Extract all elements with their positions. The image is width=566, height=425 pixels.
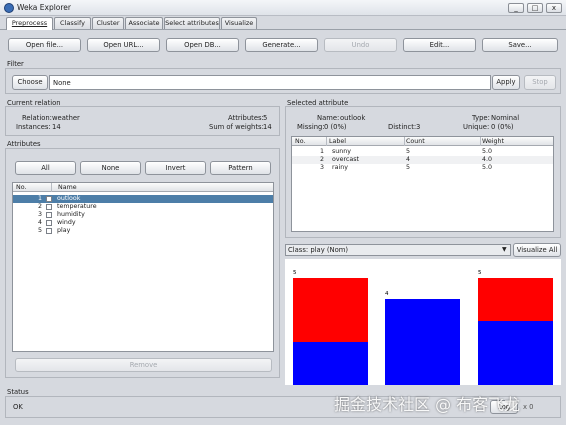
instances-label: Instances: <box>16 123 51 131</box>
relation-label: Relation: <box>22 114 52 122</box>
relation-value: weather <box>52 114 80 122</box>
tab-underline <box>0 29 566 30</box>
maximize-button[interactable]: □ <box>527 3 543 13</box>
visualize-all-button[interactable]: Visualize All <box>513 243 561 257</box>
filter-field[interactable]: None <box>49 75 491 90</box>
bar-sunny-0[interactable] <box>293 278 368 343</box>
table-row[interactable]: 4 windy <box>13 219 273 227</box>
open-db-button[interactable]: Open DB... <box>166 38 239 52</box>
close-button[interactable]: x <box>546 3 562 13</box>
table-row[interactable]: 1 outlook <box>13 195 273 203</box>
window-title: Weka Explorer <box>17 3 72 12</box>
instances-value: 14 <box>52 123 61 131</box>
col-weight-header[interactable]: Weight <box>482 138 504 145</box>
attributes-section-label: Attributes <box>7 140 41 148</box>
filter-value: None <box>53 79 71 87</box>
attributes-count-value: 5 <box>263 114 268 122</box>
none-button[interactable]: None <box>80 161 141 175</box>
tab-select-attributes[interactable]: Select attributes <box>164 17 220 29</box>
distinct-value: 3 <box>416 123 421 131</box>
bar-sunny-1[interactable] <box>293 342 368 385</box>
checkbox[interactable] <box>46 212 52 218</box>
table-row[interactable]: 3 rainy 5 5.0 <box>292 164 553 172</box>
column-divider <box>480 137 481 146</box>
bar-rainy-1[interactable] <box>478 320 553 385</box>
bar-total-label: 5 <box>293 270 297 276</box>
sum-weights-value: 14 <box>263 123 272 131</box>
table-row[interactable]: 3 humidity <box>13 211 273 219</box>
title-bar <box>0 0 566 16</box>
bar-total-label: 5 <box>478 270 482 276</box>
class-select[interactable]: Class: play (Nom) ▼ <box>285 244 511 256</box>
table-row[interactable]: 2 overcast 4 4.0 <box>292 156 553 164</box>
all-button[interactable]: All <box>15 161 76 175</box>
checkbox[interactable] <box>46 204 52 210</box>
filter-section-label: Filter <box>7 60 24 68</box>
missing-value: 0 (0%) <box>324 123 347 131</box>
tab-visualize[interactable]: Visualize <box>221 17 257 29</box>
generate-button[interactable]: Generate... <box>245 38 318 52</box>
bar-total-label: 4 <box>385 291 389 298</box>
tab-classify[interactable]: Classify <box>54 17 91 29</box>
unique-value: 0 (0%) <box>491 123 514 131</box>
bar-rainy-0[interactable] <box>478 278 553 321</box>
apply-button[interactable]: Apply <box>492 75 520 90</box>
col-count-header[interactable]: Count <box>406 138 425 145</box>
col-no-header[interactable]: No. <box>295 138 305 145</box>
type-value: Nominal <box>491 114 520 122</box>
column-divider <box>326 137 327 146</box>
table-row[interactable]: 1 sunny 5 5.0 <box>292 148 553 156</box>
col-no-header[interactable]: No. <box>16 184 26 191</box>
type-label: Type: <box>472 114 490 122</box>
missing-label: Missing: <box>297 123 325 131</box>
class-distribution-chart[interactable]: 5 4 5 <box>285 259 561 385</box>
edit-button[interactable]: Edit... <box>403 38 476 52</box>
minimize-button[interactable]: _ <box>508 3 524 13</box>
attributes-table: No. Name 1 outlook 2 temperature 3 humid… <box>12 182 274 352</box>
labels-table: No. Label Count Weight 1 sunny 5 5.0 2 o… <box>291 136 554 232</box>
save-button[interactable]: Save... <box>482 38 558 52</box>
bar-overcast-1[interactable] <box>385 299 460 385</box>
undo-button[interactable]: Undo <box>324 38 397 52</box>
open-file-button[interactable]: Open file... <box>8 38 81 52</box>
sum-weights-label: Sum of weights: <box>209 123 264 131</box>
unique-label: Unique: <box>463 123 490 131</box>
invert-button[interactable]: Invert <box>145 161 206 175</box>
checkbox[interactable] <box>46 196 52 202</box>
weka-logo-icon <box>4 3 14 13</box>
tab-preprocess[interactable]: Preprocess <box>6 17 53 30</box>
name-label: Name: <box>317 114 340 122</box>
pattern-button[interactable]: Pattern <box>210 161 271 175</box>
checkbox[interactable] <box>46 228 52 234</box>
table-row[interactable]: 2 temperature <box>13 203 273 211</box>
status-section-label: Status <box>7 388 29 396</box>
choose-button[interactable]: Choose <box>12 75 48 90</box>
watermark: 掘金技术社区 @ 布客飞龙 <box>334 395 521 414</box>
column-divider <box>404 137 405 146</box>
open-url-button[interactable]: Open URL... <box>87 38 160 52</box>
col-name-header[interactable]: Name <box>58 184 77 191</box>
stop-button[interactable]: Stop <box>524 75 556 90</box>
tab-associate[interactable]: Associate <box>125 17 163 29</box>
task-count: x 0 <box>523 403 534 411</box>
col-label-header[interactable]: Label <box>329 138 346 145</box>
tab-cluster[interactable]: Cluster <box>92 17 124 29</box>
chevron-down-icon: ▼ <box>502 246 507 253</box>
attributes-count-label: Attributes: <box>228 114 264 122</box>
remove-button[interactable]: Remove <box>15 358 272 372</box>
distinct-label: Distinct: <box>388 123 417 131</box>
table-row[interactable]: 5 play <box>13 227 273 235</box>
status-text: OK <box>13 403 23 411</box>
class-select-value: Class: play (Nom) <box>288 246 349 254</box>
column-divider <box>51 183 52 192</box>
attributes-table-header <box>13 183 273 192</box>
name-value: outlook <box>340 114 366 122</box>
checkbox[interactable] <box>46 220 52 226</box>
